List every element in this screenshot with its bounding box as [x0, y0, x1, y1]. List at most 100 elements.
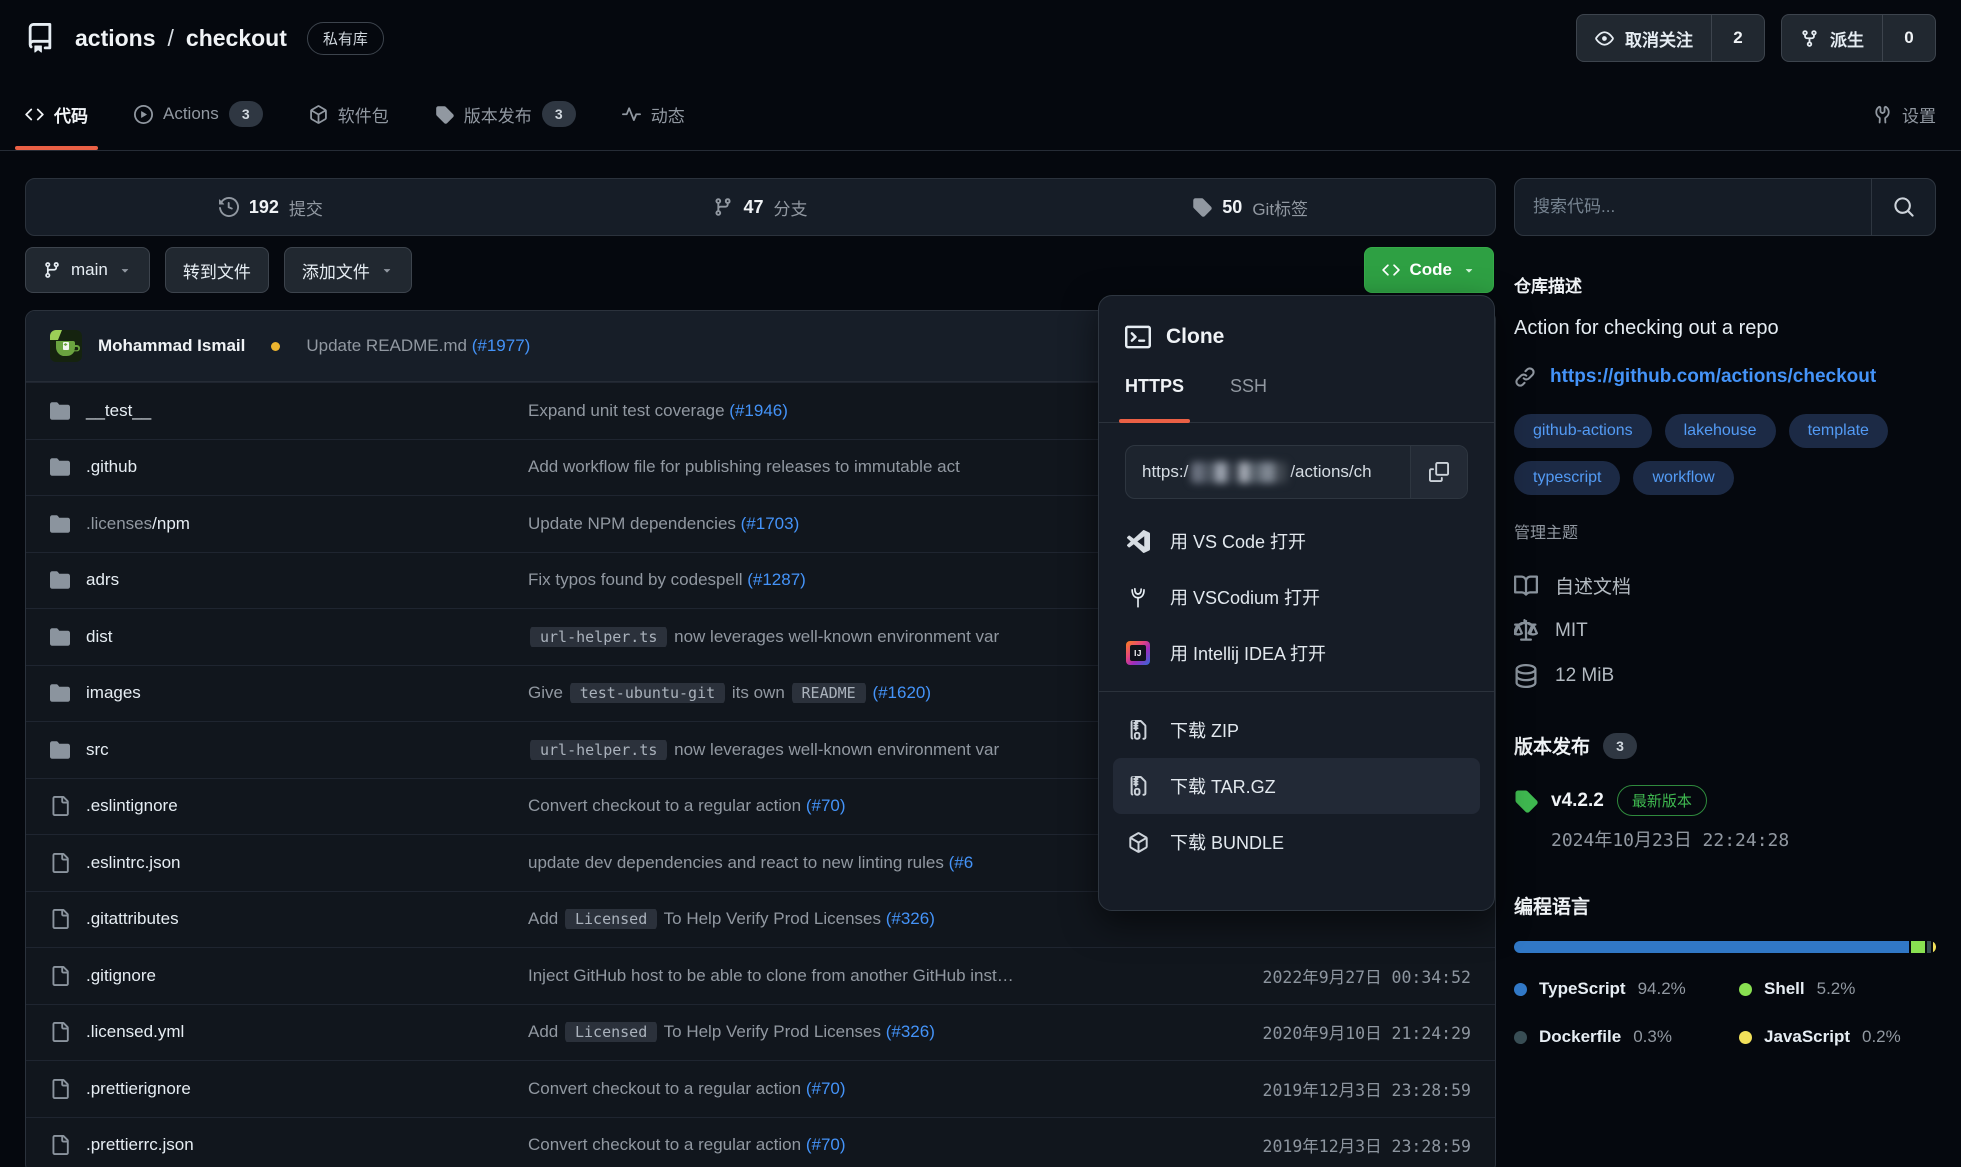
- issue-link[interactable]: (#70): [806, 796, 846, 815]
- issue-link[interactable]: (#1287): [747, 570, 806, 589]
- open-vscodium-item[interactable]: 用 VSCodium 打开: [1113, 569, 1480, 625]
- release-version-link[interactable]: v4.2.2: [1551, 790, 1604, 812]
- issue-link[interactable]: (#70): [806, 1079, 846, 1098]
- commit-author-link[interactable]: Mohammad Ismail: [98, 336, 245, 356]
- topic-pill[interactable]: lakehouse: [1665, 414, 1776, 448]
- tab-packages[interactable]: 软件包: [309, 78, 389, 150]
- tab-actions[interactable]: Actions 3: [134, 78, 263, 150]
- legend-item-javascript[interactable]: JavaScript 0.2%: [1739, 1027, 1936, 1047]
- file-name-link[interactable]: .prettierignore: [86, 1079, 191, 1099]
- legend-item-dockerfile[interactable]: Dockerfile 0.3%: [1514, 1027, 1739, 1047]
- status-dot[interactable]: [271, 342, 280, 351]
- commit-msg-link[interactable]: Give: [528, 683, 568, 702]
- topic-pill[interactable]: template: [1789, 414, 1888, 448]
- issue-link[interactable]: (#70): [806, 1135, 846, 1154]
- commit-msg-link[interactable]: its own: [727, 683, 789, 702]
- issue-link[interactable]: (#1703): [741, 514, 800, 533]
- copy-url-button[interactable]: [1410, 446, 1467, 498]
- download-bundle-item[interactable]: 下载 BUNDLE: [1113, 814, 1480, 870]
- repo-owner-link[interactable]: actions: [75, 25, 156, 52]
- code-search-input[interactable]: [1515, 179, 1871, 235]
- watchers-count[interactable]: 2: [1711, 15, 1764, 61]
- file-name-link[interactable]: adrs: [86, 570, 119, 590]
- tab-activity[interactable]: 动态: [622, 78, 685, 150]
- file-name-link[interactable]: images: [86, 683, 141, 703]
- tags-stat[interactable]: 50 Git标签: [1005, 195, 1495, 220]
- code-chip[interactable]: Licensed: [565, 909, 657, 929]
- avatar[interactable]: [50, 330, 82, 362]
- commit-msg-link[interactable]: Fix typos found by codespell: [528, 570, 747, 589]
- code-chip[interactable]: url-helper.ts: [530, 627, 667, 647]
- branches-stat[interactable]: 47 分支: [516, 195, 1006, 220]
- add-file-button[interactable]: 添加文件: [284, 247, 412, 293]
- unwatch-button[interactable]: 取消关注 2: [1576, 14, 1765, 62]
- go-to-file-button[interactable]: 转到文件: [165, 247, 269, 293]
- file-name-link[interactable]: .eslintignore: [86, 796, 178, 816]
- manage-topics-link[interactable]: 管理主题: [1514, 519, 1578, 543]
- commit-msg-link[interactable]: Add: [528, 909, 563, 928]
- repo-name-link[interactable]: checkout: [186, 25, 287, 52]
- commit-message-link[interactable]: Update README.md: [306, 336, 471, 355]
- commit-msg-link[interactable]: Convert checkout to a regular action: [528, 1135, 806, 1154]
- file-name-link[interactable]: .prettierrc.json: [86, 1135, 194, 1155]
- code-dropdown-button[interactable]: Code: [1364, 247, 1495, 293]
- commit-msg-link[interactable]: update dev dependencies and react to new…: [528, 853, 949, 872]
- commit-msg-link[interactable]: Update NPM dependencies: [528, 514, 741, 533]
- commit-msg-link[interactable]: Inject GitHub host to be able to clone f…: [528, 966, 1014, 985]
- commit-msg-link[interactable]: Expand unit test coverage: [528, 401, 729, 420]
- issue-link[interactable]: (#1946): [729, 401, 788, 420]
- unwatch-label: 取消关注: [1625, 26, 1693, 51]
- commit-msg-link[interactable]: now leverages well-known environment var: [669, 740, 999, 759]
- topic-pill[interactable]: workflow: [1633, 461, 1733, 495]
- commit-msg-link[interactable]: To Help Verify Prod Licenses: [659, 909, 885, 928]
- releases-title[interactable]: 版本发布: [1514, 732, 1590, 759]
- commits-stat[interactable]: 192 提交: [26, 195, 516, 220]
- file-name-link[interactable]: src: [86, 740, 109, 760]
- legend-item-typescript[interactable]: TypeScript 94.2%: [1514, 979, 1739, 999]
- issue-link[interactable]: (#6: [949, 853, 974, 872]
- fork-button[interactable]: 派生 0: [1781, 14, 1936, 62]
- code-chip[interactable]: Licensed: [565, 1022, 657, 1042]
- tab-code[interactable]: 代码: [25, 78, 88, 150]
- forks-count[interactable]: 0: [1882, 15, 1935, 61]
- search-button[interactable]: [1871, 179, 1935, 235]
- open-vscode-item[interactable]: 用 VS Code 打开: [1113, 513, 1480, 569]
- file-name-link[interactable]: __test__: [86, 401, 151, 421]
- branch-selector[interactable]: main: [25, 247, 150, 293]
- file-name-link[interactable]: .licenses/npm: [86, 514, 190, 534]
- readme-item[interactable]: 自述文档: [1514, 563, 1936, 608]
- file-name-link[interactable]: .licensed.yml: [86, 1022, 184, 1042]
- repo-icon: [25, 23, 55, 53]
- tab-settings[interactable]: 设置: [1873, 78, 1936, 150]
- file-name-link[interactable]: dist: [86, 627, 112, 647]
- commit-msg-link[interactable]: now leverages well-known environment var: [669, 627, 999, 646]
- download-targz-item[interactable]: 下载 TAR.GZ: [1113, 758, 1480, 814]
- license-item[interactable]: MIT: [1514, 608, 1936, 653]
- code-chip[interactable]: url-helper.ts: [530, 740, 667, 760]
- commit-msg-link[interactable]: Convert checkout to a regular action: [528, 796, 806, 815]
- topic-pill[interactable]: github-actions: [1514, 414, 1652, 448]
- code-chip[interactable]: test-ubuntu-git: [570, 683, 725, 703]
- legend-item-shell[interactable]: Shell 5.2%: [1739, 979, 1936, 999]
- issue-link[interactable]: (#1977): [472, 336, 531, 355]
- file-name-link[interactable]: .github: [86, 457, 137, 477]
- tab-releases[interactable]: 版本发布 3: [435, 78, 576, 150]
- topic-pill[interactable]: typescript: [1514, 461, 1620, 495]
- open-idea-item[interactable]: IJ 用 Intellij IDEA 打开: [1113, 625, 1480, 681]
- file-name-link[interactable]: .gitattributes: [86, 909, 179, 929]
- clone-url-input[interactable]: https:/ /actions/ch: [1126, 446, 1410, 498]
- tab-ssh[interactable]: SSH: [1230, 376, 1267, 422]
- issue-link[interactable]: (#326): [886, 1022, 935, 1041]
- download-zip-item[interactable]: 下载 ZIP: [1113, 702, 1480, 758]
- website-link[interactable]: https://github.com/actions/checkout: [1550, 366, 1876, 388]
- commit-msg-link[interactable]: Add workflow file for publishing release…: [528, 457, 960, 476]
- code-chip[interactable]: README: [792, 683, 866, 703]
- file-name-link[interactable]: .eslintrc.json: [86, 853, 180, 873]
- commit-msg-link[interactable]: Add: [528, 1022, 563, 1041]
- commit-msg-link[interactable]: To Help Verify Prod Licenses: [659, 1022, 885, 1041]
- tab-https[interactable]: HTTPS: [1125, 376, 1184, 422]
- file-name-link[interactable]: .gitignore: [86, 966, 156, 986]
- issue-link[interactable]: (#1620): [872, 683, 931, 702]
- issue-link[interactable]: (#326): [886, 909, 935, 928]
- commit-msg-link[interactable]: Convert checkout to a regular action: [528, 1079, 806, 1098]
